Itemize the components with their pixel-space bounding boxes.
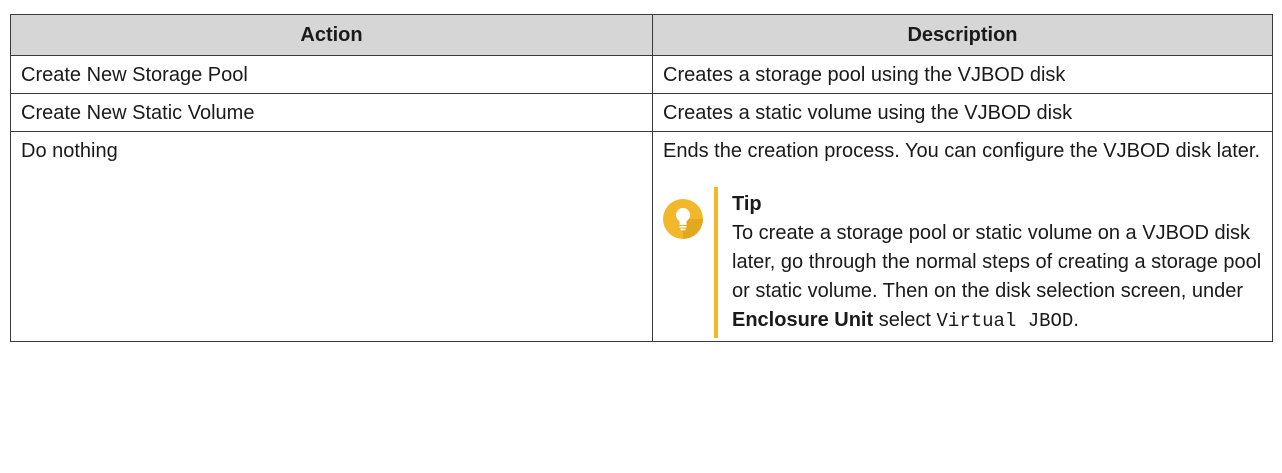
actions-table: Action Description Create New Storage Po… [10,14,1273,342]
table-row: Do nothing Ends the creation process. Yo… [10,131,1273,342]
action-cell: Create New Storage Pool [10,55,653,94]
action-cell: Do nothing [10,131,653,342]
tip-code-value: Virtual JBOD [936,310,1074,332]
tip-body: Tip To create a storage pool or static v… [714,187,1262,338]
tip-callout: Tip To create a storage pool or static v… [663,187,1262,338]
tip-title: Tip [732,193,762,215]
description-cell: Creates a storage pool using the VJBOD d… [652,55,1273,94]
tip-text-intro: To create a storage pool or static volum… [732,222,1262,302]
action-cell: Create New Static Volume [10,93,653,132]
table-row: Create New Static Volume Creates a stati… [10,93,1273,132]
description-text: Ends the creation process. You can confi… [663,140,1261,162]
tip-text-end: . [1073,309,1079,331]
header-description: Description [652,14,1273,56]
tip-text-select: select [878,309,931,331]
table-header-row: Action Description [10,14,1273,56]
tip-term: Enclosure Unit [732,309,874,331]
header-action: Action [10,14,653,56]
description-cell: Creates a static volume using the VJBOD … [652,93,1273,132]
description-cell: Ends the creation process. You can confi… [652,131,1273,342]
lightbulb-icon [663,199,703,239]
table-row: Create New Storage Pool Creates a storag… [10,55,1273,94]
tip-text: To create a storage pool or static volum… [732,219,1262,336]
